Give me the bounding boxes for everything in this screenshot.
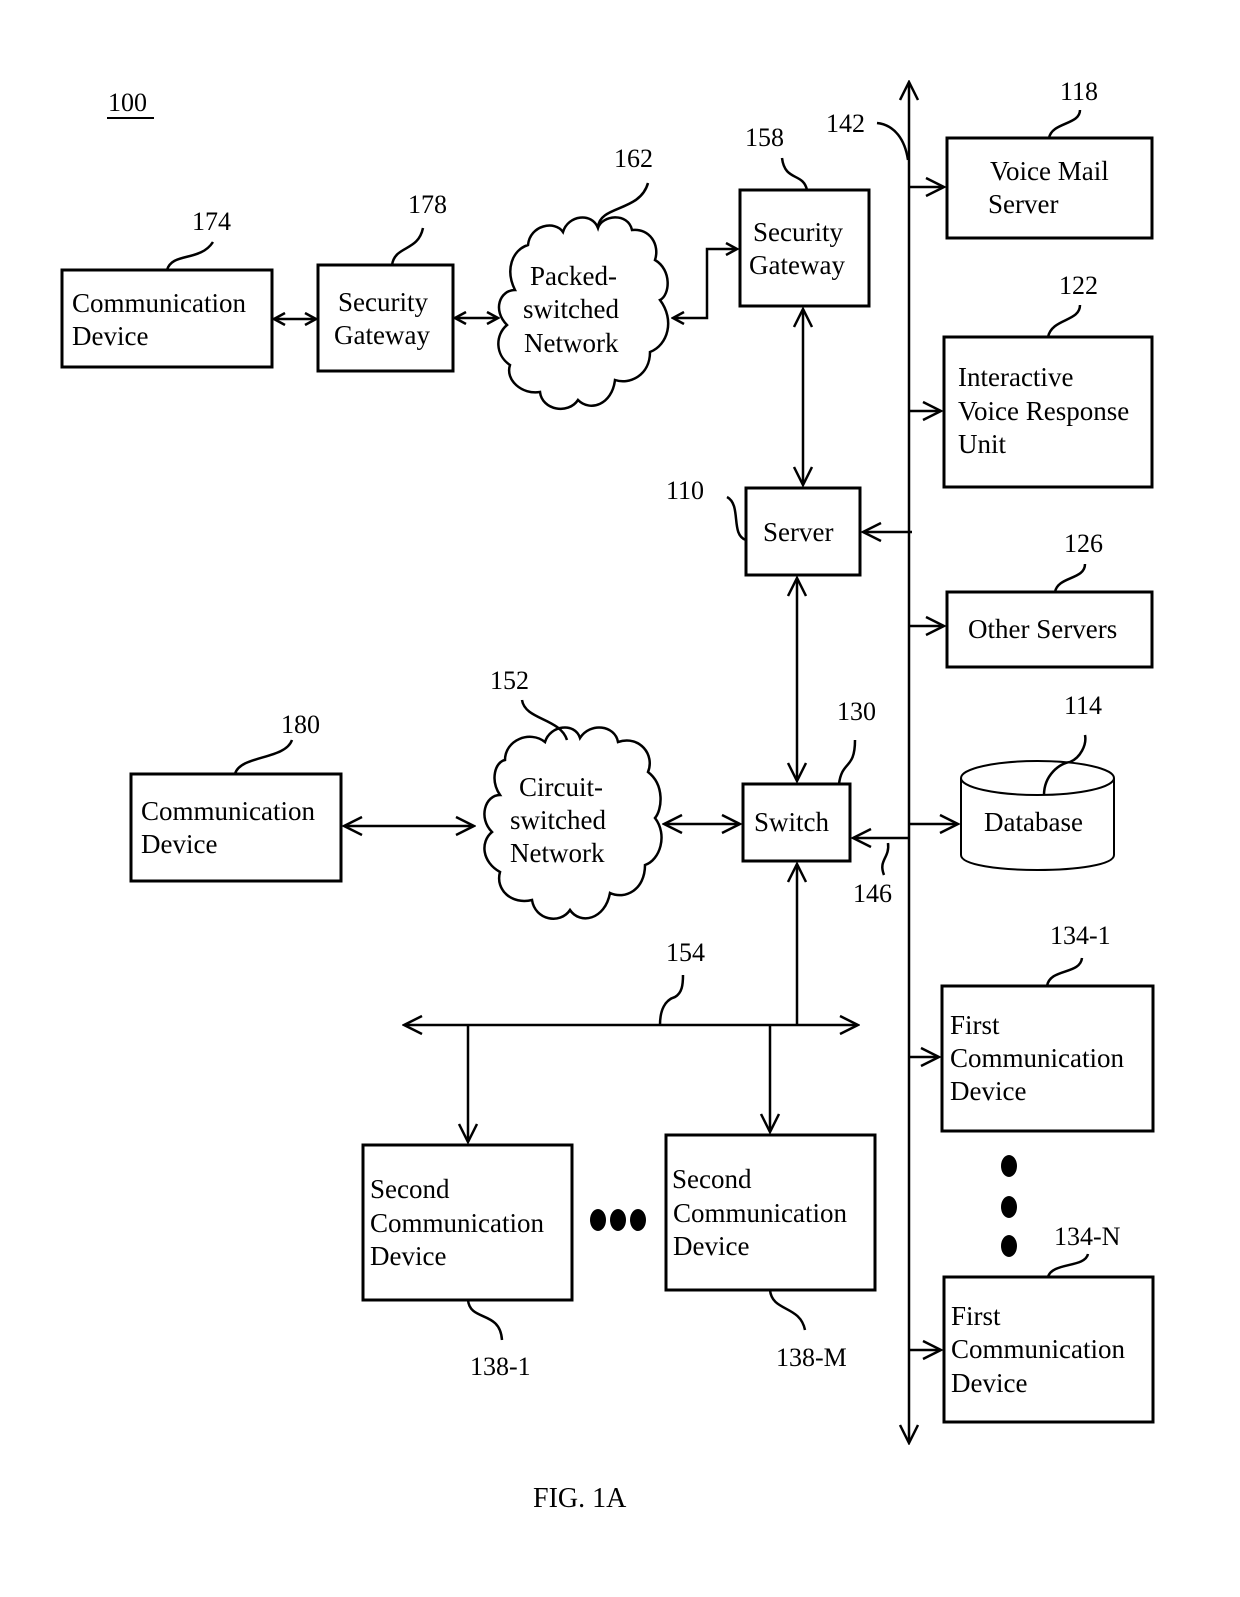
node-label: Communication xyxy=(141,796,315,826)
leader-line xyxy=(768,1289,807,1331)
ref-number: 174 xyxy=(192,207,231,236)
node-label: Voice Mail xyxy=(990,156,1109,186)
link-162-158 xyxy=(673,249,737,318)
communication-device-180: Communication Device 180 xyxy=(129,710,343,883)
node-label: Second xyxy=(370,1174,450,1204)
node-label: Security xyxy=(753,217,843,247)
ivr-unit-122: Interactive Voice Response Unit 122 xyxy=(942,271,1154,489)
node-label: Server xyxy=(763,517,833,547)
ref-number: 158 xyxy=(745,123,784,152)
node-label: Communication xyxy=(673,1198,847,1228)
system-diagram: 100 Communication Device 174 Security Ga… xyxy=(60,77,1155,1514)
ref-number: 130 xyxy=(837,697,876,726)
leader-line xyxy=(1046,1253,1090,1278)
leader-line xyxy=(1053,563,1087,593)
leader-line xyxy=(876,121,910,161)
node-label: switched xyxy=(523,294,619,324)
node-label: Database xyxy=(984,807,1083,837)
communication-device-174: Communication Device 174 xyxy=(60,207,274,369)
node-label: Gateway xyxy=(334,320,430,350)
leader-line xyxy=(837,739,857,785)
ellipsis-horizontal xyxy=(590,1209,646,1231)
leader-line xyxy=(658,974,685,1026)
other-servers-126: Other Servers 126 xyxy=(945,529,1154,669)
ellipsis-vertical xyxy=(1001,1155,1017,1257)
node-label: Security xyxy=(338,287,428,317)
node-label: Device xyxy=(141,829,217,859)
leader-line xyxy=(165,241,215,271)
ref-number: 142 xyxy=(826,109,865,138)
node-label: Packed- xyxy=(530,261,617,291)
node-label: First xyxy=(950,1010,1000,1040)
node-label: Voice Response xyxy=(958,396,1129,426)
ref-number: 122 xyxy=(1059,271,1098,300)
node-label: Second xyxy=(672,1164,752,1194)
leader-line xyxy=(390,227,425,266)
ref-number: 154 xyxy=(666,938,705,967)
ref-number: 178 xyxy=(408,190,447,219)
node-label: Interactive xyxy=(958,362,1073,392)
first-communication-device-134-n: First Communication Device 134-N xyxy=(942,1222,1155,1424)
node-label: Communication xyxy=(72,288,246,318)
switch-130: Switch 130 xyxy=(741,697,876,863)
node-label: Unit xyxy=(958,429,1007,459)
leader-line xyxy=(726,495,747,542)
ref-number: 138-M xyxy=(776,1343,847,1372)
ref-number: 114 xyxy=(1064,691,1102,720)
second-communication-device-138-1: Second Communication Device 138-1 xyxy=(361,1143,574,1381)
leader-line xyxy=(1046,304,1082,338)
node-label: Switch xyxy=(754,807,830,837)
node-label: Device xyxy=(673,1231,749,1261)
ref-number: 162 xyxy=(614,144,653,173)
ref-number: 134-N xyxy=(1054,1222,1121,1251)
node-label: Device xyxy=(72,321,148,351)
packet-switched-network-cloud-162: Packed- switched Network 162 xyxy=(497,144,670,411)
security-gateway-158: Security Gateway 158 xyxy=(738,123,871,308)
leader-line xyxy=(233,739,294,775)
ref-number: 118 xyxy=(1060,77,1098,106)
node-label: Server xyxy=(988,189,1058,219)
ref-number: 152 xyxy=(490,666,529,695)
leader-line xyxy=(881,842,890,876)
ref-number: 138-1 xyxy=(470,1352,531,1381)
leader-line xyxy=(1047,109,1082,139)
node-label: Device xyxy=(951,1368,1027,1398)
leader-line xyxy=(1045,957,1084,987)
leader-line xyxy=(780,157,809,191)
server-110: Server 110 xyxy=(666,476,862,577)
node-label: Network xyxy=(510,838,605,868)
figure-caption: FIG. 1A xyxy=(533,1483,627,1514)
node-label: Device xyxy=(370,1241,446,1271)
security-gateway-178: Security Gateway 178 xyxy=(316,190,455,373)
leader-line xyxy=(466,1299,504,1341)
figure-ref: 100 xyxy=(108,88,147,117)
ref-number: 134-1 xyxy=(1050,921,1111,950)
node-label: Network xyxy=(524,328,619,358)
node-label: Circuit- xyxy=(519,772,603,802)
voice-mail-server-118: Voice Mail Server 118 xyxy=(945,77,1154,240)
ref-number: 146 xyxy=(853,879,892,908)
node-label: Other Servers xyxy=(968,614,1117,644)
ref-number: 126 xyxy=(1064,529,1103,558)
node-label: Device xyxy=(950,1076,1026,1106)
node-label: First xyxy=(951,1301,1001,1331)
database-114: Database 114 xyxy=(960,691,1115,871)
ref-number: 180 xyxy=(281,710,320,739)
node-label: Gateway xyxy=(749,250,845,280)
node-label: Communication xyxy=(951,1334,1125,1364)
circuit-switched-network-cloud-152: Circuit- switched Network 152 xyxy=(483,666,663,920)
first-communication-device-134-1: First Communication Device 134-1 xyxy=(940,921,1155,1133)
node-label: switched xyxy=(510,805,606,835)
node-label: Communication xyxy=(950,1043,1124,1073)
second-communication-device-138-m: Second Communication Device 138-M xyxy=(664,1133,877,1372)
node-label: Communication xyxy=(370,1208,544,1238)
ref-number: 110 xyxy=(666,476,704,505)
